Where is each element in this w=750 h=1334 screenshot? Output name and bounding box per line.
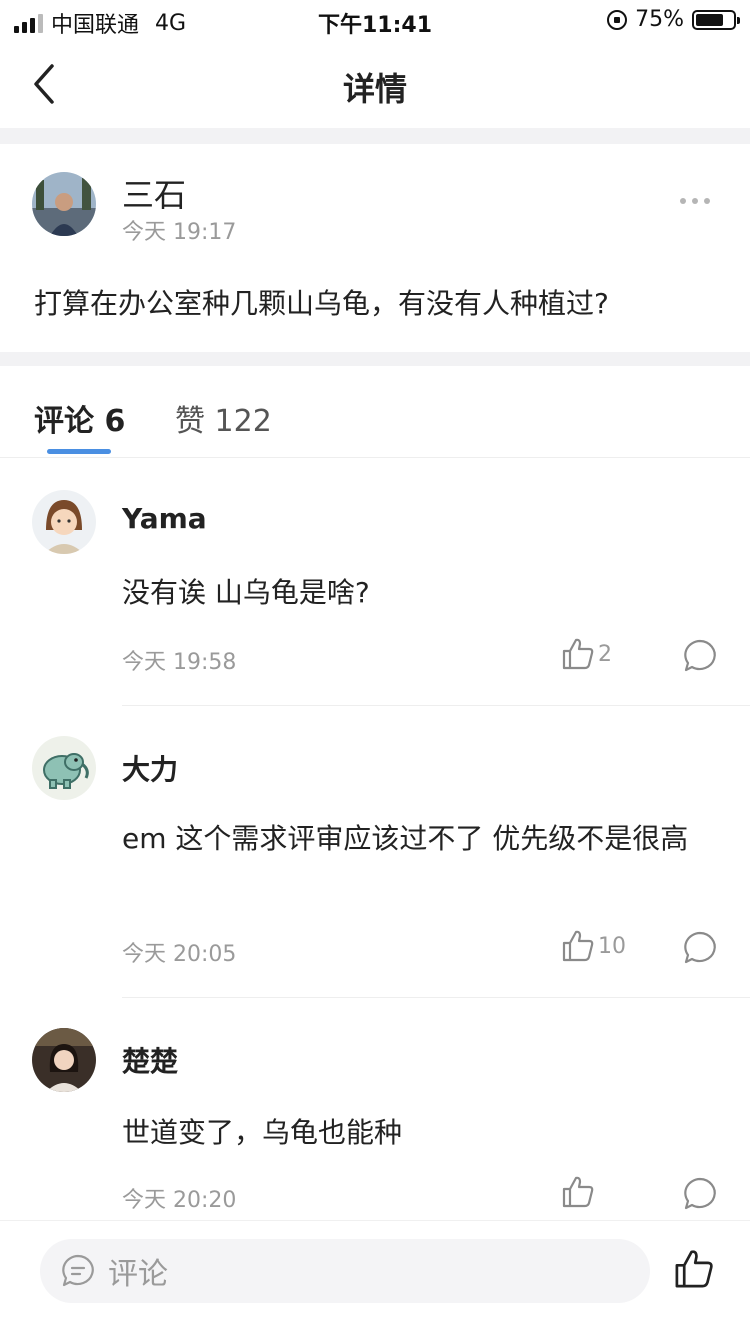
comment-bubble-icon — [684, 931, 716, 964]
post-card: 三石 今天 19:17 打算在办公室种几颗山乌龟，有没有人种植过? — [0, 144, 750, 352]
thumbs-up-icon — [562, 930, 594, 962]
comment-bubble-icon — [62, 1254, 94, 1287]
comment-time: 今天 20:20 — [122, 1188, 237, 1213]
comment-input-placeholder: 评论 — [108, 1257, 168, 1292]
status-bar: 中国联通 4G 下午11:41 75% — [0, 0, 750, 40]
reply-button[interactable] — [682, 1176, 718, 1212]
comment-like-button[interactable]: 10 — [560, 928, 626, 964]
section-divider — [0, 128, 750, 144]
comment-time: 今天 19:58 — [122, 650, 237, 675]
comment-text: em 这个需求评审应该过不了 优先级不是很高 — [122, 822, 689, 855]
avatar-image — [32, 736, 96, 800]
commenter-name[interactable]: Yama — [122, 502, 207, 535]
tab-comments[interactable]: 评论 6 — [34, 396, 125, 440]
tab-bar: 评论 6 赞 122 — [0, 366, 750, 458]
comment-text: 世道变了，乌龟也能种 — [122, 1116, 403, 1149]
post-time: 今天 19:17 — [122, 220, 237, 245]
avatar-image — [32, 490, 96, 554]
commenter-avatar[interactable] — [32, 490, 96, 554]
commenter-name[interactable]: 楚楚 — [122, 1040, 178, 1080]
more-dots-icon — [680, 198, 686, 204]
commenter-name[interactable]: 大力 — [122, 748, 178, 788]
thumbs-up-icon — [562, 638, 594, 670]
thumbs-up-icon — [562, 1176, 594, 1208]
post-content: 打算在办公室种几颗山乌龟，有没有人种植过? — [34, 287, 609, 320]
tab-active-indicator — [47, 449, 111, 454]
tab-likes[interactable]: 赞 122 — [175, 396, 272, 440]
commenter-avatar[interactable] — [32, 736, 96, 800]
comment-text: 没有诶 山乌龟是啥? — [122, 576, 370, 609]
like-count: 2 — [598, 641, 612, 667]
comment-like-button[interactable] — [560, 1174, 598, 1210]
battery-percent: 75% — [635, 7, 684, 32]
comment-item: 大力 em 这个需求评审应该过不了 优先级不是很高 今天 20:05 10 — [0, 706, 750, 998]
page-title: 详情 — [342, 70, 407, 108]
author-name[interactable]: 三石 — [122, 170, 186, 216]
reply-button[interactable] — [682, 930, 718, 966]
like-count: 10 — [598, 933, 626, 959]
bottom-action-bar: 评论 — [0, 1220, 750, 1334]
like-post-button[interactable] — [672, 1247, 716, 1291]
section-divider — [0, 352, 750, 366]
battery-icon — [692, 9, 740, 30]
comment-like-button[interactable]: 2 — [560, 636, 612, 672]
comment-item: 楚楚 世道变了，乌龟也能种 今天 20:20 — [0, 998, 750, 1220]
battery-level — [696, 13, 723, 26]
nav-bar: 详情 — [0, 40, 750, 128]
comment-time: 今天 20:05 — [122, 942, 237, 967]
avatar-image — [32, 1028, 96, 1092]
comment-input[interactable]: 评论 — [40, 1239, 650, 1303]
more-options-button[interactable] — [680, 198, 710, 204]
commenter-avatar[interactable] — [32, 1028, 96, 1092]
status-right: 75% — [607, 7, 740, 32]
comment-bubble-icon — [684, 1177, 716, 1210]
orientation-lock-icon — [607, 9, 628, 30]
reply-button[interactable] — [682, 638, 718, 674]
avatar-image — [32, 172, 96, 236]
thumbs-up-icon — [675, 1250, 713, 1288]
comment-item: Yama 没有诶 山乌龟是啥? 今天 19:58 2 — [0, 460, 750, 706]
comment-bubble-icon — [684, 639, 716, 672]
author-avatar[interactable] — [32, 172, 96, 236]
